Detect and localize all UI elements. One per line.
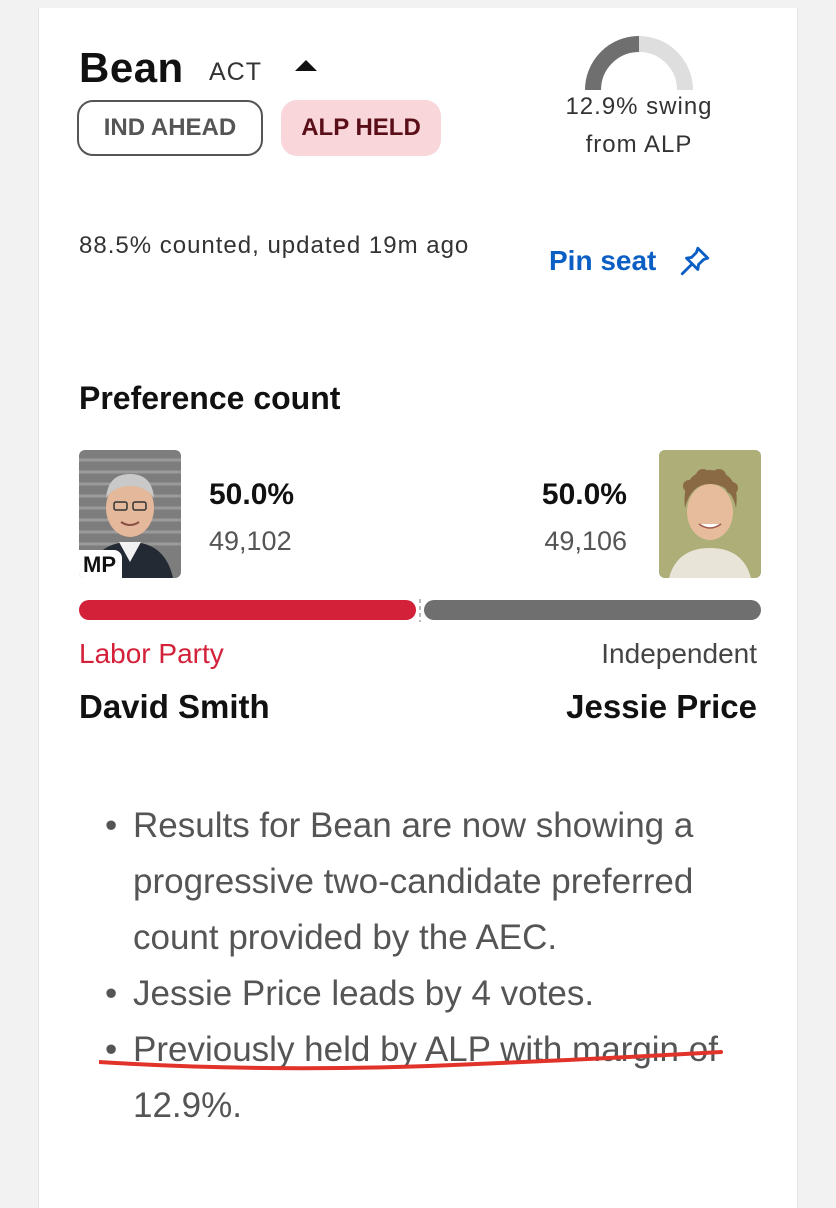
seat-state: ACT — [209, 58, 262, 86]
candidate-photo-jessie-price — [659, 450, 761, 578]
count-status: 88.5% counted, updated 19m ago — [79, 232, 470, 259]
seat-card: Bean ACT IND AHEAD ALP HELD 12.9% swing … — [38, 8, 798, 1208]
caret-up-icon[interactable] — [295, 60, 317, 71]
alp-held-badge: ALP HELD — [281, 100, 441, 156]
right-percentage: 50.0% — [541, 478, 627, 511]
swing-gauge-icon — [585, 36, 693, 91]
ind-ahead-badge: IND AHEAD — [77, 100, 263, 156]
result-notes: Results for Bean are now showing a progr… — [105, 798, 755, 1134]
left-party: Labor Party — [79, 638, 224, 669]
pin-seat-label: Pin seat — [549, 245, 657, 276]
candidate-photo-david-smith: MP — [79, 450, 181, 578]
right-candidate-name: Jessie Price — [566, 688, 757, 725]
swing-from: from ALP — [585, 131, 693, 158]
preference-bar-right — [424, 600, 761, 620]
pin-icon — [681, 246, 710, 276]
swing-label: 12.9% swing from ALP — [539, 88, 739, 164]
preference-title: Preference count — [79, 380, 341, 416]
seat-name[interactable]: Bean — [79, 44, 184, 92]
mp-tag: MP — [79, 550, 122, 578]
right-votes: 49,106 — [544, 526, 627, 556]
swing-value: 12.9% swing — [565, 93, 713, 120]
right-party: Independent — [601, 638, 757, 669]
left-percentage: 50.0% — [209, 478, 295, 511]
left-votes: 49,102 — [209, 526, 292, 556]
list-item: Jessie Price leads by 4 votes. — [105, 966, 755, 1022]
red-underline-annotation — [99, 1050, 723, 1071]
left-candidate-name: David Smith — [79, 688, 270, 725]
list-item: Results for Bean are now showing a progr… — [105, 798, 755, 966]
preference-bar-left — [79, 600, 416, 620]
pin-seat-button[interactable]: Pin seat — [549, 244, 712, 278]
preference-bar — [79, 598, 761, 622]
